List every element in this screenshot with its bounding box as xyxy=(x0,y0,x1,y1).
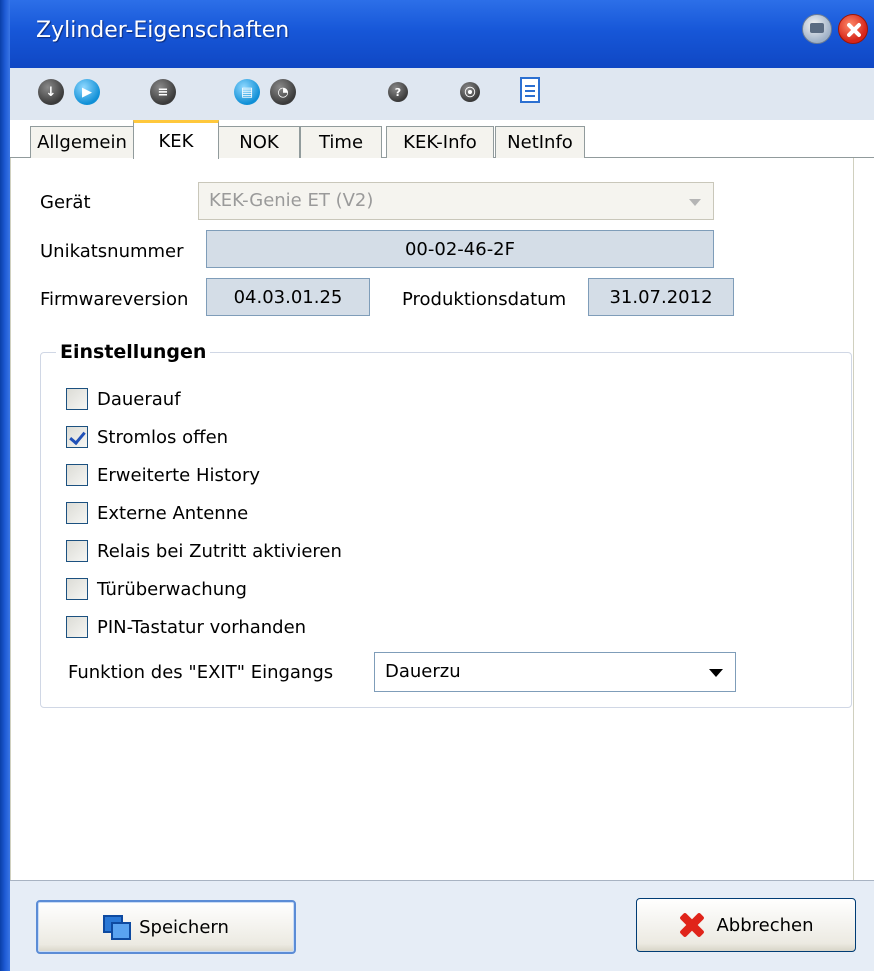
cancel-button[interactable]: Abbrechen xyxy=(636,898,856,952)
clock-icon[interactable]: ◔ xyxy=(270,79,296,105)
production-date-field: 31.07.2012 xyxy=(588,278,734,316)
checkbox[interactable] xyxy=(66,578,88,600)
option-tuerueberwachung[interactable]: Türüberwachung xyxy=(66,577,247,601)
checkbox[interactable] xyxy=(66,464,88,486)
option-dauerauf[interactable]: Dauerauf xyxy=(66,387,181,411)
tab-kek-info[interactable]: KEK-Info xyxy=(386,126,494,158)
option-stromlos-offen[interactable]: Stromlos offen xyxy=(66,425,228,449)
help-icon[interactable] xyxy=(802,14,832,44)
device-value: KEK-Genie ET (V2) xyxy=(209,190,374,211)
window-left-border xyxy=(0,0,10,971)
checkbox[interactable] xyxy=(66,540,88,562)
firmware-field: 04.03.01.25 xyxy=(206,278,370,316)
exit-function-value: Dauerzu xyxy=(385,661,461,682)
option-externe-antenne[interactable]: Externe Antenne xyxy=(66,501,248,525)
save-button[interactable]: Speichern xyxy=(36,900,296,954)
cancel-icon xyxy=(678,911,706,939)
settings-group-title: Einstellungen xyxy=(56,341,211,363)
option-label: Relais bei Zutritt aktivieren xyxy=(97,540,342,562)
memory-icon[interactable]: ▤ xyxy=(234,79,260,105)
chevron-down-icon[interactable] xyxy=(709,669,723,677)
tab-netinfo[interactable]: NetInfo xyxy=(495,126,585,158)
device-select: KEK-Genie ET (V2) xyxy=(198,182,714,220)
save-icon xyxy=(103,915,132,940)
option-erweiterte-history[interactable]: Erweiterte History xyxy=(66,463,260,487)
save-button-label: Speichern xyxy=(139,916,229,938)
chevron-down-icon xyxy=(689,199,701,206)
option-pin-tastatur[interactable]: PIN-Tastatur vorhanden xyxy=(66,615,306,639)
checkbox[interactable] xyxy=(66,616,88,638)
exit-function-label: Funktion des "EXIT" Eingangs xyxy=(68,662,334,683)
title-bar[interactable]: Zylinder-Eigenschaften xyxy=(10,0,874,68)
tab-nok[interactable]: NOK xyxy=(218,126,300,158)
checkbox[interactable] xyxy=(66,388,88,410)
download-icon[interactable]: ↓ xyxy=(38,79,64,105)
list-icon[interactable]: ≡ xyxy=(150,79,176,105)
close-icon[interactable] xyxy=(838,14,868,44)
tab-time[interactable]: Time xyxy=(300,126,382,158)
window-title: Zylinder-Eigenschaften xyxy=(36,18,290,43)
option-label: Dauerauf xyxy=(97,388,181,410)
option-relais-zutritt[interactable]: Relais bei Zutritt aktivieren xyxy=(66,539,342,563)
play-icon[interactable]: ▶ xyxy=(74,79,100,105)
toolbar xyxy=(10,68,874,120)
help-circle-icon[interactable]: ? xyxy=(388,82,408,102)
production-date-label: Produktionsdatum xyxy=(402,289,567,310)
cancel-button-label: Abbrechen xyxy=(716,914,814,936)
option-label: Türüberwachung xyxy=(97,578,247,600)
option-label: Externe Antenne xyxy=(97,502,249,524)
option-label: Erweiterte History xyxy=(97,464,260,486)
document-icon[interactable] xyxy=(520,77,540,103)
checkbox[interactable] xyxy=(66,426,88,448)
tab-allgemein[interactable]: Allgemein xyxy=(30,126,134,158)
firmware-label: Firmwareversion xyxy=(40,289,189,310)
serial-field: 00-02-46-2F xyxy=(206,230,714,268)
exit-function-select[interactable]: Dauerzu xyxy=(374,652,736,692)
radio-icon[interactable]: ⦿ xyxy=(460,82,480,102)
device-label: Gerät xyxy=(40,192,91,213)
option-label: PIN-Tastatur vorhanden xyxy=(97,616,307,638)
tab-kek[interactable]: KEK xyxy=(133,120,219,159)
checkbox[interactable] xyxy=(66,502,88,524)
option-label: Stromlos offen xyxy=(97,426,229,448)
serial-label: Unikatsnummer xyxy=(40,241,184,262)
